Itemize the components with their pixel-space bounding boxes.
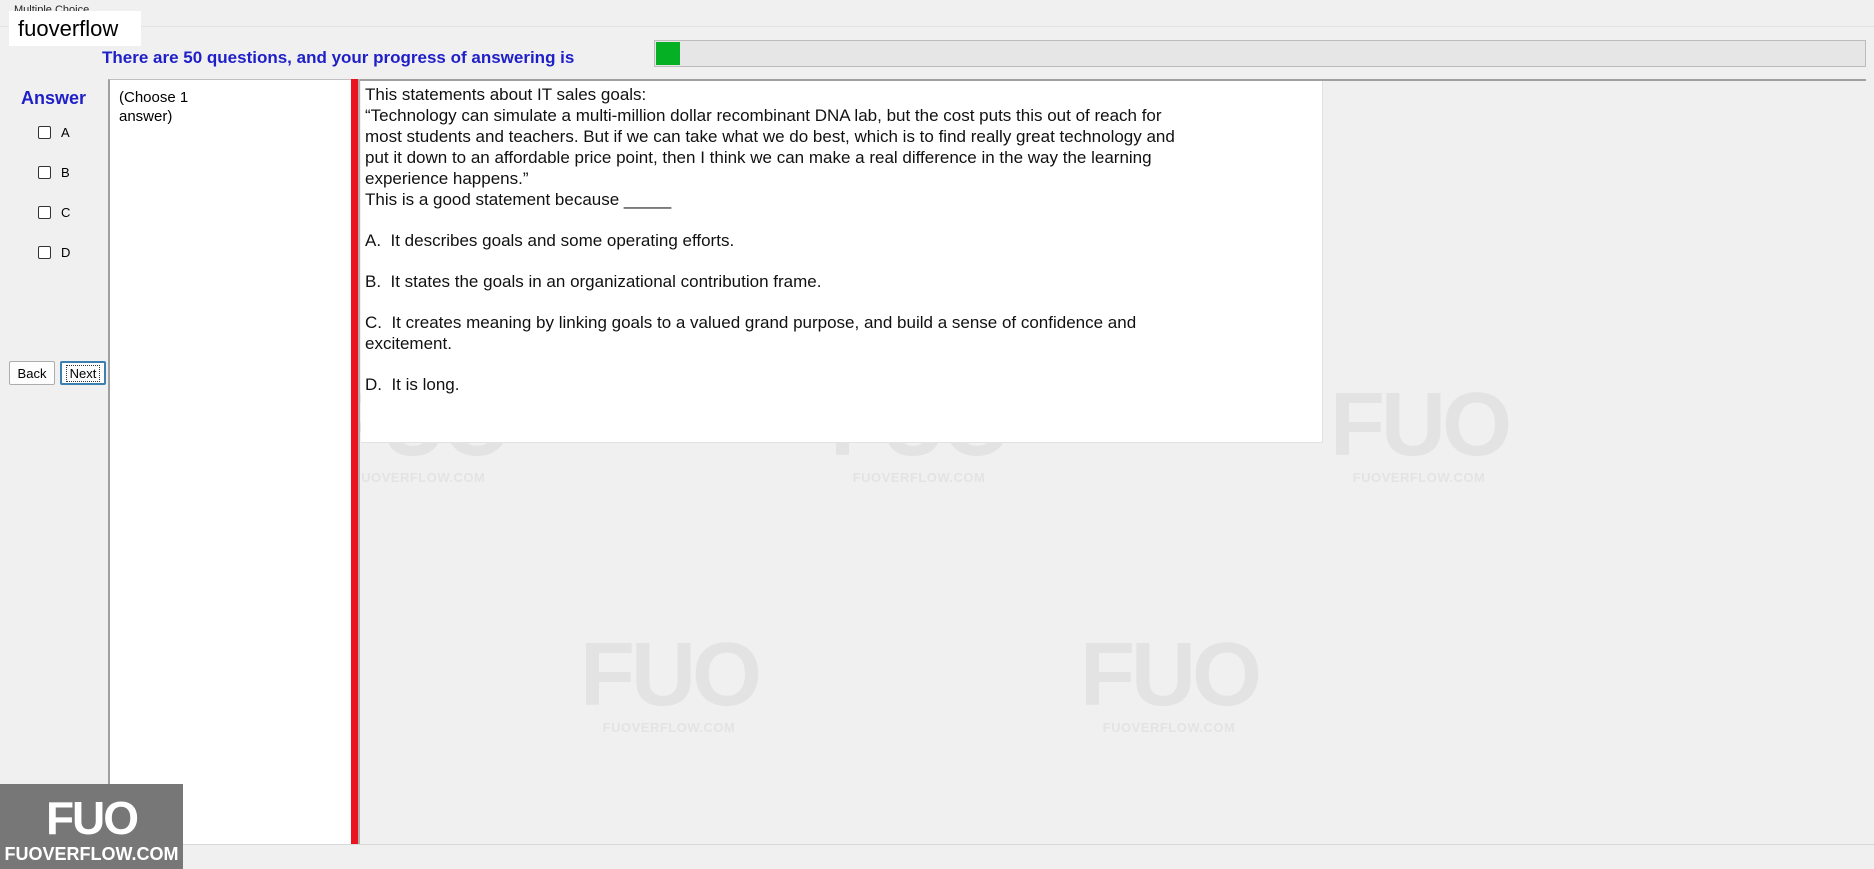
splitter-shade bbox=[358, 79, 360, 844]
progress-text: There are 50 questions, and your progres… bbox=[102, 48, 575, 67]
fuo-logo-icon: FUO bbox=[45, 792, 139, 844]
answer-option-label: C bbox=[61, 204, 71, 220]
choose-panel: (Choose 1 answer) bbox=[108, 79, 351, 844]
answer-option-label: B bbox=[61, 164, 70, 180]
question-line: experience happens.” bbox=[365, 169, 529, 188]
answer-option-d[interactable]: D bbox=[38, 243, 70, 261]
watermark-logo: FUO FUOVERFLOW.COM bbox=[1330, 375, 1512, 485]
choose-instruction: (Choose 1 answer) bbox=[119, 89, 189, 125]
fuo-logo-badge: FUO FUOVERFLOW.COM bbox=[0, 784, 183, 869]
next-button-label: Next bbox=[65, 364, 101, 382]
question-option-c: C. It creates meaning by linking goals t… bbox=[365, 313, 1137, 353]
answer-option-label: D bbox=[61, 244, 71, 260]
checkbox-b[interactable] bbox=[38, 165, 51, 179]
question-line: put it down to an affordable price point… bbox=[365, 148, 1152, 167]
bottom-rule bbox=[0, 844, 1874, 845]
window-top-strip: Multiple Choice bbox=[0, 0, 1874, 27]
answer-option-c[interactable]: C bbox=[38, 203, 70, 221]
question-line: “Technology can simulate a multi-million… bbox=[365, 106, 1162, 125]
answer-option-b[interactable]: B bbox=[38, 163, 70, 181]
question-line: This statements about IT sales goals: bbox=[365, 85, 647, 104]
progress-bar bbox=[654, 40, 1866, 67]
next-button[interactable]: Next bbox=[60, 361, 106, 385]
question-content: This statements about IT sales goals: “T… bbox=[365, 84, 1265, 395]
question-line: This is a good statement because _____ bbox=[365, 190, 672, 209]
question-option-d: D. It is long. bbox=[365, 375, 460, 394]
checkbox-c[interactable] bbox=[38, 205, 51, 219]
back-button[interactable]: Back bbox=[9, 361, 55, 385]
brand-label: fuoverflow bbox=[9, 11, 141, 46]
checkbox-d[interactable] bbox=[38, 245, 51, 259]
question-panel: This statements about IT sales goals: “T… bbox=[361, 81, 1323, 443]
answer-option-label: A bbox=[61, 124, 70, 140]
splitter-red-bar[interactable] bbox=[351, 79, 358, 844]
question-option-a: A. It describes goals and some operating… bbox=[365, 231, 735, 250]
question-option-b: B. It states the goals in an organizatio… bbox=[365, 272, 822, 291]
answer-heading: Answer bbox=[21, 88, 87, 108]
watermark-logo: FUO FUOVERFLOW.COM bbox=[1080, 625, 1262, 735]
quiz-window: Multiple Choice FUO FUOVERFLOW.COM FUO F… bbox=[0, 0, 1874, 869]
fuo-logo-site: FUOVERFLOW.COM bbox=[4, 844, 179, 864]
answer-option-a[interactable]: A bbox=[38, 123, 70, 141]
progress-bar-fill bbox=[656, 42, 680, 65]
watermark-logo: FUO FUOVERFLOW.COM bbox=[580, 625, 762, 735]
question-line: most students and teachers. But if we ca… bbox=[365, 127, 1175, 146]
checkbox-a[interactable] bbox=[38, 125, 51, 139]
